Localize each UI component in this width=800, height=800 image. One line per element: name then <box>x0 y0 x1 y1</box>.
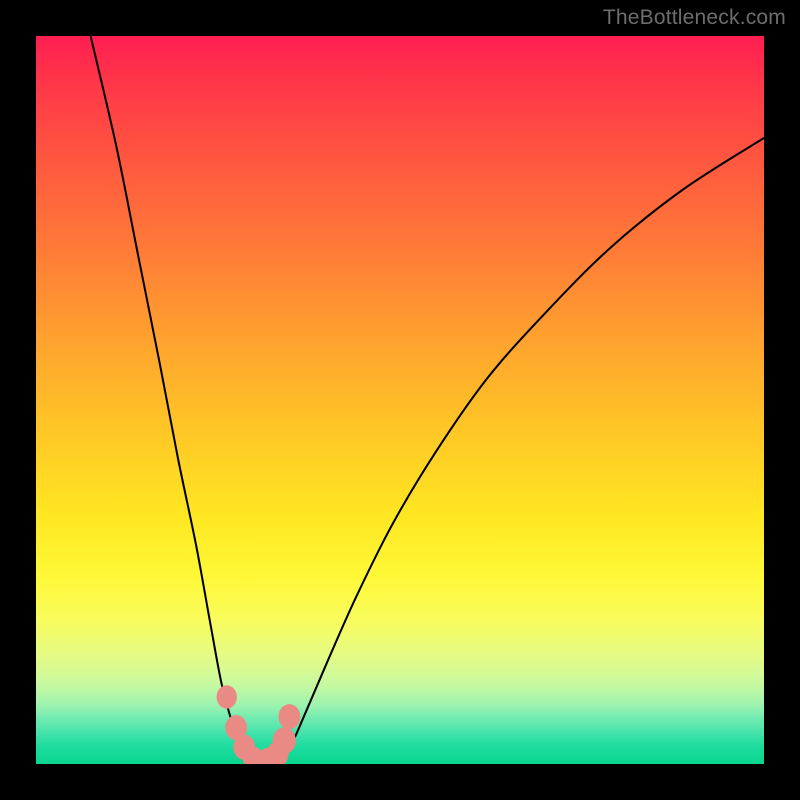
watermark-text: TheBottleneck.com <box>603 6 786 30</box>
highlight-dot <box>278 704 300 729</box>
highlight-marker-group <box>217 685 301 764</box>
bottleneck-curve-svg <box>36 36 764 764</box>
highlight-dot <box>273 727 296 754</box>
bottleneck-curve-path <box>91 36 764 763</box>
plot-frame <box>36 36 764 764</box>
highlight-dot <box>217 685 237 708</box>
